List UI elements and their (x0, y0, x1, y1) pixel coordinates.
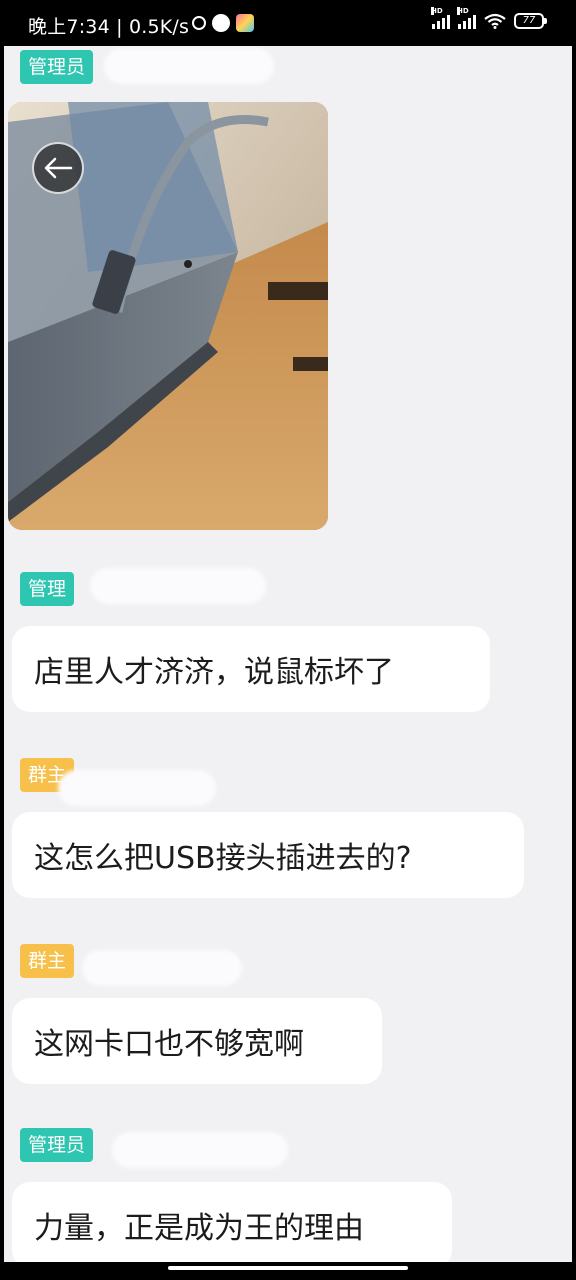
alarm-icon (192, 16, 206, 30)
role-tag-admin: 管理员 (20, 50, 94, 84)
hd-label: HD (457, 7, 469, 15)
message-text: 这网卡口也不够宽啊 (34, 1027, 304, 1062)
status-time-speed: 晚上7:34 | 0.5K/s (28, 16, 190, 38)
signal-icon: HD (431, 7, 450, 29)
back-button[interactable] (32, 142, 84, 194)
message-text: 这怎么把USB接头插进去的? (34, 841, 412, 876)
status-left-icons (192, 14, 254, 32)
sender-name-redacted (112, 1132, 288, 1168)
role-tag-admin: 管理员 (20, 1128, 94, 1162)
chat-area[interactable]: 管理员 管理 店里人才济济，说鼠标坏了 群主 这怎么把USB接头插进去的? 群主… (4, 46, 572, 1262)
status-right-icons: HD HD 77 (431, 7, 547, 29)
role-tag-admin: 管理 (20, 572, 75, 606)
status-bar: 晚上7:34 | 0.5K/s HD HD 77 (0, 0, 576, 46)
gallery-icon (236, 14, 254, 32)
back-arrow-icon (44, 157, 73, 179)
sender-name-redacted (104, 48, 274, 84)
hd-label: HD (431, 7, 443, 15)
message-bubble[interactable]: 力量，正是成为王的理由 (12, 1182, 452, 1262)
wifi-icon (484, 13, 506, 29)
signal-icon: HD (457, 7, 476, 29)
sender-name-redacted (82, 950, 242, 986)
message-text: 力量，正是成为王的理由 (34, 1211, 364, 1246)
battery-icon: 77 (514, 13, 547, 29)
sender-name-redacted (58, 770, 216, 806)
qq-icon (212, 14, 230, 32)
message-bubble[interactable]: 这网卡口也不够宽啊 (12, 998, 382, 1084)
sender-name-redacted (90, 568, 266, 604)
chat-image-message[interactable] (8, 102, 328, 530)
message-bubble[interactable]: 这怎么把USB接头插进去的? (12, 812, 524, 898)
home-indicator[interactable] (168, 1266, 408, 1270)
message-bubble[interactable]: 店里人才济济，说鼠标坏了 (12, 626, 490, 712)
role-tag-owner: 群主 (20, 944, 75, 978)
navigation-bar (0, 1262, 576, 1280)
message-text: 店里人才济济，说鼠标坏了 (34, 655, 394, 690)
